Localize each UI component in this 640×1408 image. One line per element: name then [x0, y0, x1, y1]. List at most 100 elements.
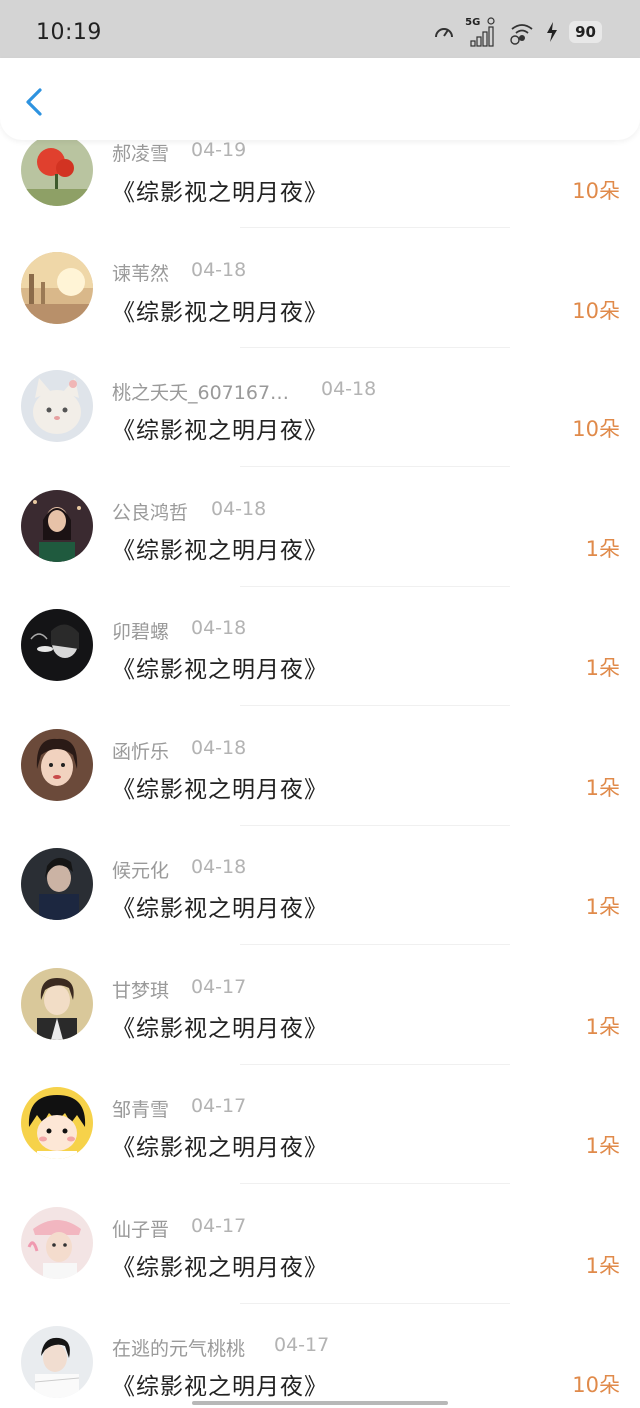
username: 仙子晋 — [112, 1218, 170, 1241]
book-title[interactable]: 《综影视之明月夜》 — [112, 1128, 328, 1162]
avatar[interactable] — [21, 609, 93, 681]
avatar[interactable] — [21, 1087, 93, 1159]
avatar[interactable] — [21, 848, 93, 920]
list-item[interactable]: 桃之夭夭_607167… 04-18 《综影视之明月夜》 10朵 — [0, 359, 640, 479]
divider — [240, 1063, 510, 1065]
date: 04-17 — [191, 1214, 247, 1237]
username: 函忻乐 — [112, 740, 170, 763]
avatar-image — [21, 489, 93, 562]
signal-group: 5G — [465, 17, 499, 47]
back-button[interactable] — [20, 82, 50, 122]
date: 04-18 — [191, 617, 247, 639]
username: 卯碧螺 — [112, 621, 170, 643]
book-title[interactable]: 《综影视之明月夜》 — [112, 770, 328, 804]
avatar-image — [21, 728, 93, 801]
avatar[interactable] — [21, 1206, 93, 1279]
book-title[interactable]: 《综影视之明月夜》 — [112, 1367, 328, 1401]
book-title[interactable]: 《综影视之明月夜》 — [112, 411, 328, 445]
date: 04-18 — [211, 497, 267, 520]
username: 公良鸿哲 — [112, 501, 189, 524]
list-item[interactable]: 谏苇然 04-18 《综影视之明月夜》 10朵 — [0, 240, 640, 360]
screen: 郝凌雪 04-19 《综影视之明月夜》 10朵 谏苇然 04-18 《综影视之明… — [0, 0, 640, 1408]
divider — [240, 346, 510, 348]
book-title[interactable]: 《综影视之明月夜》 — [112, 1009, 328, 1043]
list-item[interactable]: 函忻乐 04-18 《综影视之明月夜》 1朵 — [0, 718, 640, 838]
flower-amount: 1朵 — [585, 895, 620, 919]
flower-amount: 10朵 — [572, 417, 620, 441]
divider — [240, 466, 510, 467]
list-item[interactable]: 公良鸿哲 04-18 《综影视之明月夜》 1朵 — [0, 479, 640, 599]
date: 04-18 — [191, 736, 247, 759]
date: 04-17 — [191, 975, 247, 998]
divider — [240, 1302, 510, 1304]
username: 谏苇然 — [112, 262, 170, 285]
book-title[interactable]: 《综影视之明月夜》 — [112, 293, 328, 327]
divider — [240, 227, 510, 228]
list-item[interactable]: 卯碧螺 04-18 《综影视之明月夜》 1朵 — [0, 598, 640, 718]
username: 邹青雪 — [112, 1099, 170, 1121]
status-bar: 10:19 5G 90 — [0, 0, 640, 60]
wifi-icon — [510, 24, 533, 45]
book-title[interactable]: 《综影视之明月夜》 — [112, 173, 328, 207]
list-item[interactable]: 候元化 04-18 《综影视之明月夜》 1朵 — [0, 837, 640, 957]
divider — [240, 824, 510, 826]
speedometer-icon — [435, 28, 454, 38]
flower-amount: 1朵 — [585, 1253, 620, 1278]
list-item[interactable]: 邹青雪 04-17 《综影视之明月夜》 1朵 — [0, 1076, 640, 1196]
avatar-image — [21, 1326, 93, 1398]
flower-amount: 1朵 — [585, 1014, 620, 1039]
chevron-left-icon — [26, 88, 42, 116]
list-item[interactable]: 甘梦琪 04-17 《综影视之明月夜》 1朵 — [0, 957, 640, 1077]
book-title[interactable]: 《综影视之明月夜》 — [112, 531, 328, 565]
date: 04-18 — [191, 856, 247, 878]
avatar-image — [21, 370, 93, 442]
date: 04-18 — [191, 258, 247, 281]
date: 04-17 — [191, 1095, 247, 1117]
avatar-image — [21, 1206, 93, 1279]
avatar[interactable] — [21, 728, 93, 801]
avatar-image — [21, 848, 93, 920]
flower-amount: 10朵 — [572, 298, 620, 323]
book-title[interactable]: 《综影视之明月夜》 — [112, 1248, 328, 1282]
flower-amount: 10朵 — [572, 179, 620, 203]
home-indicator[interactable] — [192, 1401, 448, 1405]
avatar-image — [21, 134, 93, 206]
username: 候元化 — [112, 860, 170, 882]
avatar[interactable] — [21, 134, 93, 206]
avatar[interactable] — [21, 370, 93, 442]
charging-icon — [547, 22, 558, 42]
flower-amount: 1朵 — [585, 1134, 620, 1158]
status-icons: 5G 90 — [433, 16, 602, 48]
avatar-image — [21, 609, 93, 681]
list-item[interactable]: 仙子晋 04-17 《综影视之明月夜》 1朵 — [0, 1196, 640, 1316]
header — [0, 58, 640, 140]
book-title[interactable]: 《综影视之明月夜》 — [112, 650, 328, 684]
divider — [240, 1183, 510, 1184]
battery-level: 90 — [575, 23, 596, 41]
divider — [240, 585, 510, 587]
username: 在逃的元气桃桃 — [112, 1338, 246, 1360]
username: 甘梦琪 — [112, 979, 170, 1002]
divider — [240, 705, 510, 706]
username: 桃之夭夭_607167… — [112, 382, 290, 404]
signal-icon — [470, 17, 495, 47]
avatar[interactable] — [21, 1326, 93, 1398]
date: 04-18 — [321, 378, 377, 400]
reward-list[interactable]: 郝凌雪 04-19 《综影视之明月夜》 10朵 谏苇然 04-18 《综影视之明… — [0, 0, 640, 1408]
avatar[interactable] — [21, 251, 93, 324]
avatar-image — [21, 1087, 93, 1159]
date: 04-17 — [274, 1334, 330, 1356]
flower-amount: 1朵 — [585, 775, 620, 800]
divider — [240, 944, 510, 945]
avatar-image — [21, 967, 93, 1040]
flower-amount: 1朵 — [585, 656, 620, 680]
username: 郝凌雪 — [112, 143, 170, 165]
avatar[interactable] — [21, 489, 93, 562]
book-title[interactable]: 《综影视之明月夜》 — [112, 889, 328, 923]
date: 04-19 — [191, 139, 247, 161]
battery-indicator: 90 — [569, 21, 602, 43]
list-item[interactable]: 在逃的元气桃桃 04-17 《综影视之明月夜》 10朵 — [0, 1315, 640, 1408]
flower-amount: 1朵 — [585, 536, 620, 561]
avatar[interactable] — [21, 967, 93, 1040]
flower-amount: 10朵 — [572, 1373, 620, 1397]
